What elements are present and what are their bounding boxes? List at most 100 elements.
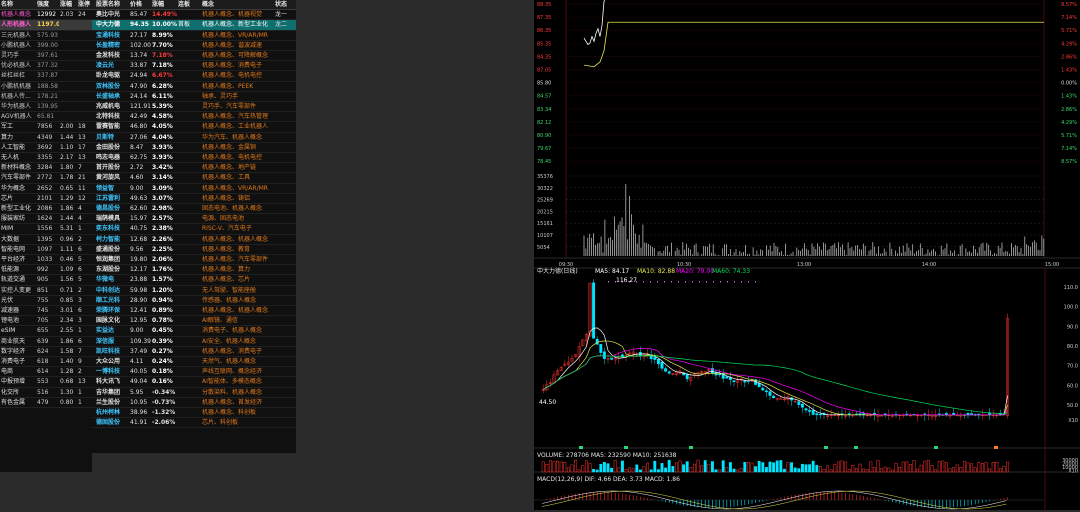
stock-row[interactable]: 宝通科技 27.17 8.99% 机器人概念、VR/AR/MR [92,31,296,41]
stock-row[interactable]: 金发科技 13.74 7.18% 机器人概念、可降解概念 [92,51,296,62]
stock-row[interactable]: 中科创达 59.98 1.20% 无人驾驶、智能座舱 [92,286,296,296]
stock-row[interactable]: 一博科技 40.05 0.18% 声线互联网、概念经济 [92,367,296,378]
col-status-header[interactable]: 状态 [275,0,295,10]
sector-row[interactable]: 锂电池 705 2.34 3 [0,316,92,327]
sector-row[interactable]: 服装家纺 1624 1.44 4 [0,214,92,225]
stock-row[interactable]: 深信服 109.39 0.39% AI安全、机器人概念 [92,337,296,347]
stock-row[interactable]: 科大讯飞 49.04 0.16% AI智能体、多模态概念 [92,377,296,388]
stock-row[interactable]: 鸣志电器 62.75 3.93% 机器人概念、电机电控 [92,153,296,164]
sector-row[interactable]: 汽车零部件 2772 1.78 21 [0,173,92,184]
chart-area[interactable]: 88.35 8.57% 87.35 7.14% 86.35 5.71% 85.35 4.29%… [534,0,1080,510]
sector-row[interactable]: eSIM 655 2.55 1 [0,326,92,337]
stock-board [178,41,200,51]
sector-row[interactable]: 平台经济 1033 0.46 5 [0,255,92,266]
sector-row[interactable]: 三元机器人 575.93 [0,31,92,41]
sector-row[interactable]: 人形机器人 1197.01 [0,20,92,31]
sector-row[interactable]: 新材料概念 3284 1.80 7 [0,163,92,174]
sector-row[interactable]: 轨道交通 905 1.56 5 [0,275,92,286]
stock-row[interactable]: 双林股份 47.90 6.28% 机器人概念、PEEK [92,82,296,92]
sector-row[interactable]: 人工智能 3692 1.10 17 [0,143,92,153]
sector-row[interactable]: 华为机器人 139.95 [0,102,92,113]
stock-row[interactable]: 奥比中光 85.47 14.49% 机器人概念、机器视觉 龙一 [92,10,296,21]
stock-row[interactable]: 长盛轴承 24.14 6.11% 轴承、灵巧手 [92,92,296,102]
sector-row[interactable]: 新型工业化 2086 1.86 4 [0,204,92,215]
stock-row[interactable]: 德固股份 41.91 -2.06% 芯片、科创板 [92,418,296,429]
sector-row[interactable]: 低能源 992 1.09 6 [0,265,92,276]
stock-row[interactable]: 长盈精密 102.00 7.70% 机器人概念、谐波减速 [92,41,296,51]
col-change-header[interactable]: 涨幅 [60,0,76,10]
sector-row[interactable]: 消费电子 618 1.40 9 [0,357,92,368]
sector-row[interactable]: 机器人传... 178.21 [0,92,92,102]
chart-canvas[interactable]: 88.35 8.57% 87.35 7.14% 86.35 5.71% 85.35 4.29%… [534,0,1080,510]
sector-row[interactable]: 优必机器人 377.32 [0,61,92,72]
stock-row[interactable]: 国脉文化 12.95 0.78% AI眼镜、通信 [92,316,296,327]
stock-row[interactable]: 德昌股份 62.60 2.98% 固态电池、机器人概念 [92,204,296,215]
stock-status [275,184,296,194]
stock-row[interactable]: 兰生股份 10.95 -0.73% 机器人概念、首发经济 [92,398,296,408]
stock-row[interactable]: 顺工光科 28.90 0.94% 传感器、机器人概念 [92,296,296,306]
sector-row[interactable]: 无人机 3355 2.17 13 [0,153,92,164]
stock-row[interactable]: 华微电 23.88 1.57% 机器人概念、芯片 [92,275,296,286]
sector-row[interactable]: 中报预增 553 0.68 13 [0,377,92,388]
stock-row[interactable]: 金田股份 8.47 3.93% 机器人概念、金属铜 [92,143,296,153]
sector-row[interactable]: 减速器 745 3.01 6 [0,306,92,317]
sector-row[interactable]: 化交所 516 1.30 1 [0,388,92,398]
sector-row[interactable]: 灵巧手 397.61 [0,51,92,62]
sector-row[interactable]: 光伏 755 0.85 3 [0,296,92,306]
stock-row[interactable]: 中大力德 94.35 10.00% 首板 机器人概念、新型工业化 龙二 [92,20,296,31]
stock-row[interactable]: 领益智 9.00 3.09% 机器人概念、VR/AR/MR [92,184,296,194]
col-change-header[interactable]: 涨幅 [152,0,176,10]
stock-row[interactable]: 荣腾环保 12.41 0.89% 机器人概念、机器人概念 [92,306,296,317]
stock-row[interactable]: 奕东科技 40.75 2.38% RISC-V、汽车电子 [92,224,296,235]
stock-row[interactable]: 大众公用 4.11 0.24% 天然气、机器人概念 [92,357,296,368]
sector-row[interactable]: 智能电网 1097 1.11 6 [0,245,92,255]
sector-row[interactable]: 芯片 2101 1.29 12 [0,194,92,204]
sector-row[interactable]: MIM 1556 5.31 1 [0,224,92,235]
stock-row[interactable]: 贝斯特 27.06 4.04% 华为汽车、机器人概念 [92,133,296,143]
sector-row[interactable]: 实控人变更 851 0.71 2 [0,286,92,296]
col-strength-header[interactable]: 强度 [37,0,59,10]
sector-row[interactable]: 电商 614 1.28 2 [0,367,92,378]
stock-price: 23.88 [130,276,148,284]
stock-row[interactable]: 恒润集团 19.80 2.06% 机器人概念、汽车零部件 [92,255,296,266]
sector-row[interactable]: 商业航天 639 1.86 6 [0,337,92,347]
sector-row[interactable]: 华为概念 2652 0.65 11 [0,184,92,194]
stock-row[interactable]: 雷赛智能 46.80 4.05% 机器人概念、工业机器人 [92,122,296,133]
stock-row[interactable]: 兆威机电 121.91 5.39% 灵巧手、汽车零部件 [92,102,296,113]
col-board-header[interactable]: 连板 [178,0,194,10]
sector-row[interactable]: 算力 4349 1.44 13 [0,133,92,143]
stock-row[interactable]: 实益达 9.00 0.45% 消费电子、机器人概念 [92,326,296,337]
sector-limit-count: 2 [78,286,82,294]
stock-row[interactable]: 吉华集团 5.95 -0.34% 分散染料、机器人概念 [92,388,296,398]
sector-row[interactable]: 军工 7856 2.00 18 [0,122,92,133]
stock-row[interactable]: 杭州柯林 38.96 -1.32% 机器人概念、科创板 [92,408,296,419]
kvol-bar [617,467,621,473]
stock-row[interactable]: 北特科技 42.49 4.58% 机器人概念、汽车热管理 [92,112,296,123]
kvol-bar [818,466,822,473]
stock-row[interactable]: 东湖股份 12.17 1.76% 机器人概念、算力 [92,265,296,276]
col-name-header[interactable]: 名称 [1,0,37,10]
stock-row[interactable]: 江苏雷利 49.63 3.07% 机器人概念、铸铝 [92,194,296,204]
stock-row[interactable]: 黄河旋风 4.60 3.14% 机器人概念、工具 [92,173,296,184]
sector-row[interactable]: 小鹏机器人 399.00 [0,41,92,51]
sector-row[interactable]: 小鹏机机器 188.58 [0,82,92,92]
stock-row[interactable]: 盛通股份 9.56 2.25% 机器人概念、教育 [92,245,296,255]
sector-row[interactable]: 丝杠丝杠 337.87 [0,71,92,82]
stock-row[interactable]: 首开股份 2.72 3.42% 机器人概念、地产链 [92,163,296,174]
col-concept-header[interactable]: 概念 [202,0,232,10]
stock-row[interactable]: 柯力智能 12.68 2.26% 机器人概念、机器人概念 [92,235,296,245]
sector-strength: 188.58 [37,82,58,90]
col-price-header[interactable]: 价格 [130,0,150,10]
col-limit-header[interactable]: 涨停 [78,0,92,10]
col-stock-name-header[interactable]: 股票名称 [96,0,124,10]
sector-row[interactable]: 机器人概念 12992 2.03 24 [0,10,92,21]
stock-row[interactable]: 瑞鹄模具 15.97 2.57% 电源、固态电池 [92,214,296,225]
sector-row[interactable]: AGV机器人 65.81 [0,112,92,123]
stock-row[interactable]: 凌云光 33.87 7.18% 机器人概念、消费电子 [92,61,296,72]
sector-row[interactable]: 大数据 1395 0.96 2 [0,235,92,245]
stock-row[interactable]: 凯旺科技 37.49 0.27% 机器人概念、消费电子 [92,347,296,357]
sector-row[interactable]: 数字经济 624 1.58 7 [0,347,92,357]
price-axis-label: 87.05 [537,68,551,74]
sector-row[interactable]: 有色金属 479 0.80 1 [0,398,92,408]
stock-row[interactable]: 卧龙电驱 24.94 6.67% 机器人概念、电机电控 [92,71,296,82]
